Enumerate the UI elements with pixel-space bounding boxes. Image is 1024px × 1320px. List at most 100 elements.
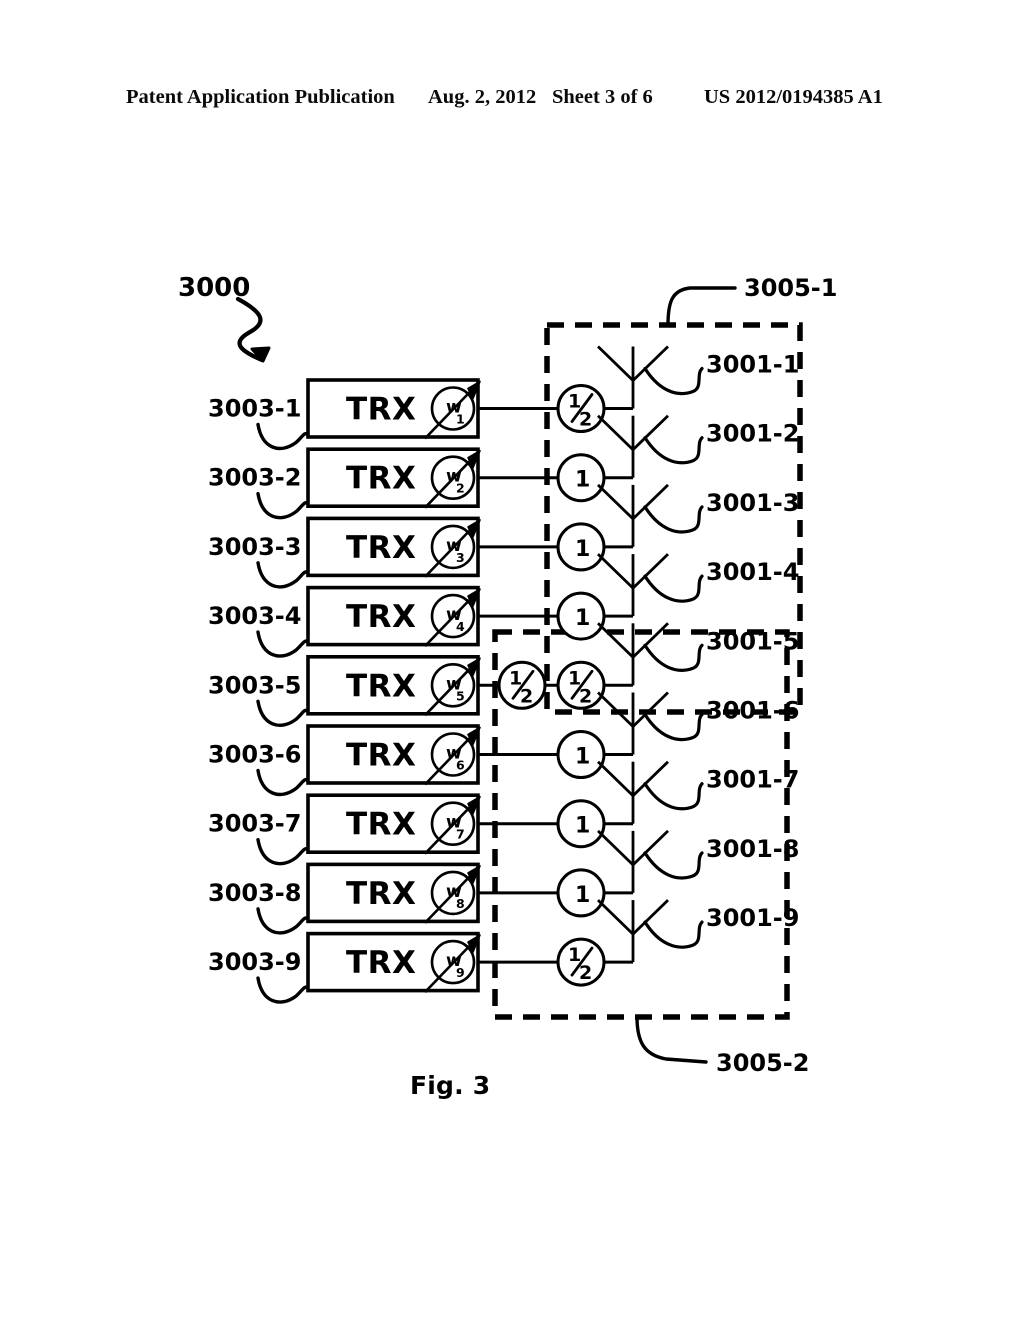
- transceiver-box-label: TRX: [346, 738, 416, 774]
- weight-index-label: 1: [456, 412, 465, 427]
- gain-value-label: 1: [575, 606, 590, 631]
- transceiver-box-label: TRX: [346, 392, 416, 428]
- antenna-ref-label: 3001-2: [706, 420, 799, 448]
- antenna-ref-label: 3001-3: [706, 489, 799, 517]
- antenna-ref-label: 3001-8: [706, 835, 799, 863]
- patent-sheet: Patent Application Publication Aug. 2, 2…: [0, 0, 1024, 1320]
- antenna-icon: [597, 829, 669, 893]
- unity-gain-icon: 1: [556, 453, 606, 503]
- transceiver-leader-line: [256, 768, 310, 797]
- figure-3-diagram: 3005-1 3005-2 3000 3003-1 TRX w1123001-130…: [178, 273, 837, 1077]
- transceiver-leader-line: [256, 561, 310, 589]
- gain-value-label: 1: [575, 468, 590, 493]
- transceiver-ref-label: 3003-2: [208, 464, 301, 492]
- transceiver-box-label: TRX: [346, 599, 416, 635]
- transceiver-leader-line: [256, 976, 310, 1004]
- unity-gain-icon: 1: [556, 799, 606, 849]
- unity-gain-icon: 1: [556, 591, 606, 641]
- antenna-leader-line: [643, 851, 704, 880]
- antenna-ref-label: 3001-4: [706, 558, 799, 586]
- gain-value-label: 1: [575, 883, 590, 908]
- weight-index-label: 3: [456, 550, 465, 565]
- transceiver-box-label: TRX: [346, 876, 416, 912]
- transceiver-ref-label: 3003-6: [208, 741, 301, 769]
- gain-denominator-label: 2: [579, 409, 592, 431]
- half-gain-icon: 12: [556, 384, 606, 433]
- half-gain-icon: 12: [497, 660, 547, 710]
- antenna-icon: [597, 622, 669, 686]
- antenna-arm-left-icon: [597, 414, 634, 451]
- antenna-arm-left-icon: [597, 622, 634, 659]
- antenna-icon: [597, 760, 669, 824]
- antenna-ref-label: 3001-5: [706, 627, 799, 655]
- group-1-leader-line: [666, 286, 737, 327]
- system-ref-3000: 3000: [178, 273, 271, 363]
- antenna-arm-left-icon: [597, 899, 634, 936]
- antenna-leader-line: [643, 574, 704, 603]
- antenna-icon: [597, 345, 669, 409]
- transceiver-box-label: TRX: [346, 461, 416, 497]
- antenna-leader-line: [643, 436, 704, 465]
- antenna-arm-left-icon: [597, 760, 634, 797]
- half-gain-icon: 12: [556, 937, 606, 987]
- antenna-icon: [597, 553, 669, 617]
- transceiver-leader-line: [256, 492, 310, 520]
- antenna-leader-line: [643, 712, 704, 742]
- transceiver-ref-label: 3003-4: [208, 602, 301, 630]
- antenna-leader-line: [643, 505, 704, 534]
- transceiver-ref-label: 3003-9: [208, 948, 301, 976]
- group-2-leader-line: [635, 1015, 708, 1064]
- group-1-ref-label: 3005-1: [744, 274, 837, 302]
- antenna-icon: [597, 483, 669, 547]
- transceiver-box-label: TRX: [346, 668, 416, 704]
- antenna-ref-label: 3001-6: [706, 697, 799, 725]
- unity-gain-icon: 1: [556, 868, 606, 918]
- transceiver-ref-label: 3003-3: [208, 533, 301, 561]
- antenna-leader-line: [643, 366, 704, 396]
- antenna-icon: [597, 414, 669, 478]
- weight-index-label: 7: [456, 827, 465, 842]
- weight-index-label: 9: [456, 965, 465, 980]
- antenna-leader-line: [643, 643, 704, 672]
- weight-index-label: 4: [456, 619, 465, 634]
- antenna-arm-left-icon: [597, 553, 634, 590]
- transceiver-leader-line: [256, 630, 310, 658]
- transceiver-leader-line: [256, 422, 310, 451]
- transceiver-leader-line: [256, 699, 310, 727]
- antenna-ref-label: 3001-9: [706, 904, 799, 932]
- gain-value-label: 1: [575, 537, 590, 562]
- transceiver-ref-label: 3003-7: [208, 810, 301, 838]
- transceiver-box-label: TRX: [346, 945, 416, 981]
- transceiver-ref-label: 3003-1: [208, 395, 301, 423]
- transceiver-box-label: TRX: [346, 807, 416, 843]
- antenna-ref-label: 3001-7: [706, 766, 799, 794]
- antenna-arm-left-icon: [597, 345, 634, 382]
- unity-gain-icon: 1: [556, 730, 606, 779]
- antenna-ref-label: 3001-1: [706, 351, 799, 379]
- antenna-arm-left-icon: [597, 483, 634, 520]
- transceiver-ref-label: 3003-5: [208, 671, 301, 699]
- transceiver-ref-label: 3003-8: [208, 879, 301, 907]
- weight-index-label: 8: [456, 896, 465, 911]
- antenna-leader-line: [643, 920, 704, 949]
- gain-denominator-label: 2: [579, 685, 592, 707]
- gain-value-label: 1: [575, 745, 590, 770]
- gain-denominator-label: 2: [520, 685, 533, 707]
- half-gain-icon: 12: [556, 660, 606, 710]
- antenna-icon: [597, 899, 669, 963]
- transceiver-leader-line: [256, 907, 310, 935]
- gain-value-label: 1: [575, 814, 590, 839]
- group-2-ref-label: 3005-2: [716, 1049, 809, 1077]
- signal-chain-row: 3003-9 TRX w9123001-9: [208, 899, 799, 1004]
- unity-gain-icon: 1: [556, 522, 606, 572]
- weight-index-label: 6: [456, 758, 465, 773]
- transceiver-box-label: TRX: [346, 530, 416, 566]
- figure-caption: Fig. 3: [410, 1071, 491, 1100]
- transceiver-leader-line: [256, 838, 310, 866]
- antenna-arm-left-icon: [597, 829, 634, 866]
- antenna-icon: [597, 691, 669, 755]
- weight-index-label: 2: [456, 481, 465, 496]
- antenna-leader-line: [643, 782, 704, 811]
- gain-denominator-label: 2: [579, 962, 592, 984]
- weight-index-label: 5: [456, 688, 465, 703]
